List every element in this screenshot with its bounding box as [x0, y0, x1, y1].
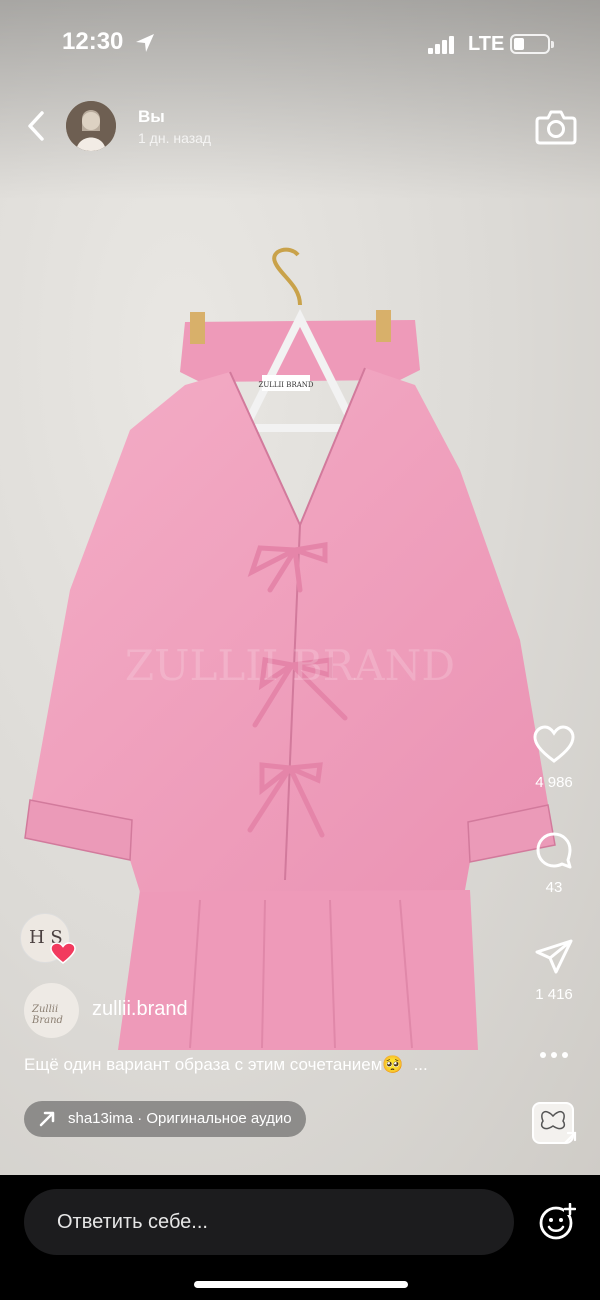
account-row[interactable]: Zullii Brand zullii.brand	[24, 983, 324, 1039]
account-avatar[interactable]: Zullii Brand	[24, 983, 79, 1038]
network-type: LTE	[468, 33, 505, 55]
audio-label: sha13ima · Оригинальное аудио	[68, 1110, 292, 1127]
camera-icon[interactable]	[534, 107, 578, 147]
caption-more[interactable]: ...	[414, 1055, 428, 1074]
audio-pill[interactable]: sha13ima · Оригинальное аудио	[24, 1101, 306, 1137]
status-bar: 12:30 LTE	[0, 0, 600, 90]
caption[interactable]: Ещё один вариант образа с этим сочетание…	[24, 1055, 504, 1075]
paper-plane-icon	[535, 939, 573, 974]
battery-icon	[510, 34, 554, 54]
account-name[interactable]: zullii.brand	[92, 998, 188, 1021]
avatar-image	[66, 101, 116, 151]
share-button[interactable]: 1 416	[520, 937, 588, 1003]
watermark-text: ZULLII BRAND	[125, 641, 455, 690]
story-header: Вы 1 дн. назад	[0, 95, 600, 165]
more-options-icon[interactable]	[535, 1045, 575, 1065]
author-avatar[interactable]	[66, 101, 116, 151]
share-count: 1 416	[535, 986, 573, 1003]
status-time: 12:30	[62, 28, 124, 55]
cellular-signal-icon	[428, 36, 454, 54]
like-button[interactable]: 4 986	[520, 725, 588, 791]
reply-input[interactable]	[24, 1189, 514, 1255]
home-indicator	[194, 1281, 408, 1288]
garment-label-text: ZULLII BRAND	[258, 381, 313, 389]
author-name[interactable]: Вы	[138, 107, 165, 127]
trend-arrow-icon	[39, 1111, 55, 1127]
comment-count: 43	[545, 879, 563, 896]
like-count: 4 986	[535, 774, 573, 791]
comment-bubble-icon	[536, 832, 572, 869]
chevron-left-icon[interactable]	[22, 109, 52, 143]
reply-bar	[0, 1175, 600, 1300]
caption-text: Ещё один вариант образа с этим сочетание…	[24, 1055, 404, 1074]
account-avatar-text: Zullii Brand	[32, 1004, 63, 1026]
emoji-add-icon[interactable]	[538, 1203, 576, 1241]
comment-button[interactable]: 43	[520, 830, 588, 896]
heart-icon	[533, 725, 575, 763]
location-arrow-icon	[136, 34, 154, 52]
arrow-up-right-icon	[563, 1131, 577, 1145]
post-time: 1 дн. назад	[138, 130, 212, 146]
heart-badge-icon	[50, 942, 76, 964]
